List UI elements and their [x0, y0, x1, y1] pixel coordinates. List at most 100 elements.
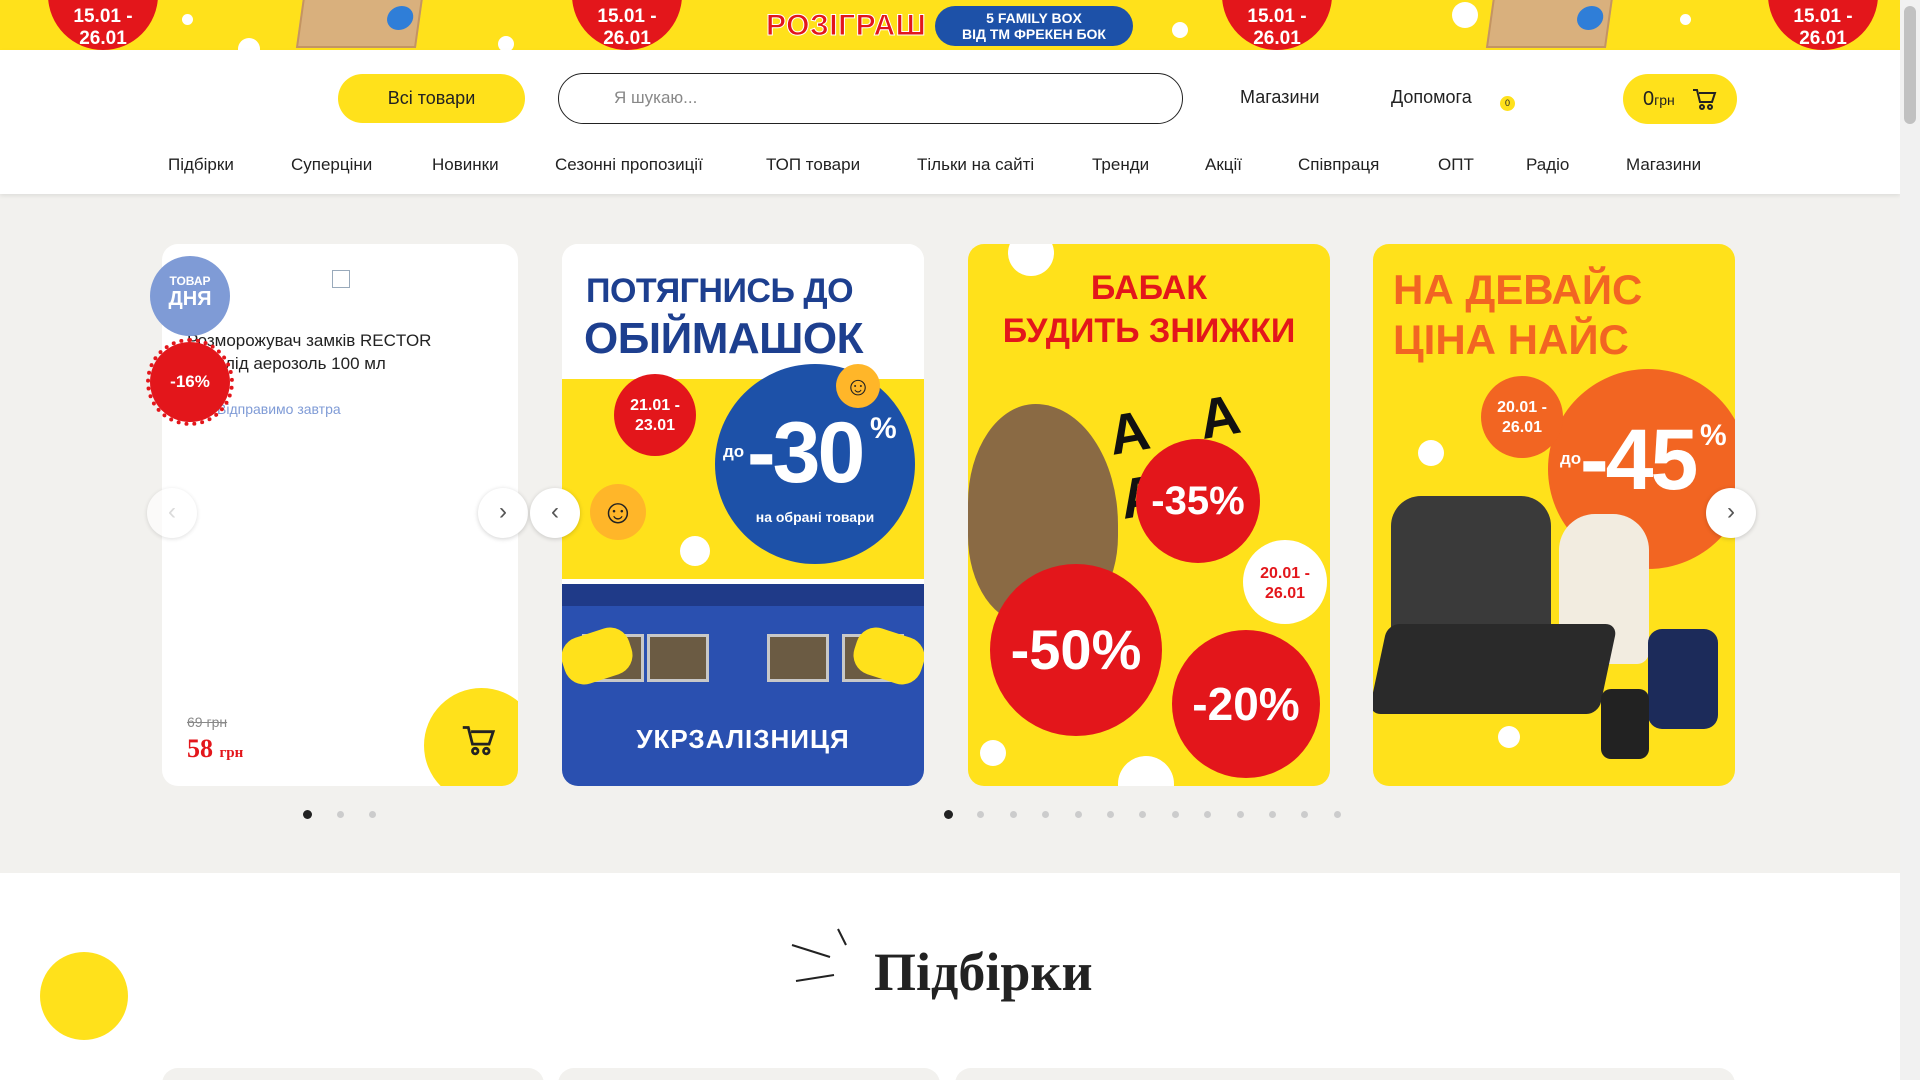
scrollbar-thumb[interactable] — [1904, 6, 1916, 124]
pagination-dot[interactable] — [1074, 811, 1082, 818]
add-to-cart-button[interactable] — [424, 688, 518, 786]
banner-date-text: 20.01 - 26.01 — [1497, 399, 1547, 436]
hug-emoji-icon: ☺ — [590, 484, 646, 540]
new-price: 58 грн — [187, 734, 243, 764]
badge-line2: ДНЯ — [168, 288, 212, 310]
pagination-dot[interactable] — [1236, 811, 1244, 818]
banner-line2: ЦІНА НАЙС — [1393, 316, 1629, 363]
nav-item-top[interactable]: ТОП товари — [766, 155, 860, 175]
product-image[interactable] — [332, 270, 350, 288]
banner-date: 21.01 - 23.01 — [614, 374, 696, 456]
cart-currency: грн — [1654, 92, 1675, 108]
hug-emoji-icon: ☺ — [836, 364, 880, 408]
search-placeholder: Я шукаю... — [614, 88, 698, 107]
selection-card[interactable] — [955, 1068, 1735, 1080]
train-window — [767, 634, 829, 682]
discount-circle-20: -20% — [1172, 630, 1320, 778]
notification-badge: 0 — [1500, 96, 1515, 111]
pagination-dot[interactable] — [1042, 811, 1050, 818]
promo-banner[interactable]: 15.01 - 26.01 15.01 - 26.01 РОЗІГРАШ 5 F… — [0, 0, 1900, 50]
pagination-dot[interactable] — [1139, 811, 1147, 818]
promo-date-badge: 15.01 - 26.01 — [1768, 0, 1878, 50]
pagination-dot[interactable] — [1171, 811, 1179, 818]
promo-date-badge: 15.01 - 26.01 — [572, 0, 682, 50]
pagination-dot[interactable] — [1009, 811, 1017, 818]
banner-line1: БАБАК — [1090, 269, 1208, 307]
page-scrollbar[interactable] — [1900, 0, 1920, 1080]
banner-date-text: 20.01 - 26.01 — [1260, 565, 1310, 602]
nav-item-site-only[interactable]: Тільки на сайті — [917, 155, 1034, 175]
decor-circle — [680, 536, 710, 566]
decor-dot — [1680, 14, 1691, 25]
deal-next-arrow[interactable]: › — [478, 488, 528, 538]
raffle-pill-line2: ВІД ТМ ФРЕКЕН БОК — [962, 26, 1106, 42]
banner-prev-arrow[interactable]: ‹ — [530, 488, 580, 538]
pagination-dot[interactable] — [369, 811, 376, 818]
nav-item-radio[interactable]: Радіо — [1526, 155, 1569, 175]
new-price-unit: грн — [219, 745, 244, 761]
smartwatch-image — [1601, 689, 1649, 759]
family-box-image — [1485, 0, 1615, 48]
decor-dot — [1452, 2, 1478, 28]
banner-next-arrow[interactable]: › — [1706, 488, 1756, 538]
nav-item-new[interactable]: Новинки — [432, 155, 499, 175]
promo-banner-hugs[interactable]: ПОТЯГНИСЬ ДО ОБІЙМАШОК 21.01 - 23.01 до … — [562, 244, 924, 786]
family-box-image — [295, 0, 425, 48]
decor-dot — [1172, 22, 1188, 38]
nav-item-wholesale[interactable]: ОПТ — [1438, 155, 1474, 175]
discount-note: на обрані товари — [755, 509, 875, 525]
raffle-title: РОЗІГРАШ — [765, 9, 927, 43]
nav-item-promotions[interactable]: Акції — [1205, 155, 1242, 175]
decor-circle — [1118, 756, 1174, 786]
banner-line2: ОБІЙМАШОК — [584, 314, 863, 363]
promo-date-badge: 15.01 - 26.01 — [1222, 0, 1332, 50]
pagination-dot[interactable] — [1269, 811, 1276, 818]
decor-circle — [980, 740, 1006, 766]
selection-card[interactable] — [558, 1068, 940, 1080]
pagination-dot[interactable] — [1107, 811, 1114, 818]
selection-card[interactable] — [162, 1068, 544, 1080]
all-products-button[interactable]: Всі товари — [338, 74, 525, 123]
cart-icon — [462, 726, 496, 756]
pagination-dot[interactable] — [944, 810, 953, 819]
promo-banner-devices[interactable]: НА ДЕВАЙС ЦІНА НАЙС до -45 % 20.01 - 26.… — [1373, 244, 1735, 786]
promo-date-text: 15.01 - 26.01 — [597, 6, 657, 49]
nav-item-cooperation[interactable]: Співпраця — [1298, 155, 1379, 175]
floating-action-button[interactable] — [40, 952, 128, 1040]
banner-line2: БУДИТЬ ЗНИЖКИ — [1002, 312, 1296, 350]
banner-line1: ПОТЯГНИСЬ ДО — [586, 272, 854, 310]
pagination-dot[interactable] — [1301, 811, 1309, 818]
product-of-day-badge: ТОВАР ДНЯ — [150, 256, 230, 336]
promo-banner-groundhog[interactable]: БАБАК БУДИТЬ ЗНИЖКИ A A A -35% -50% -20%… — [968, 244, 1330, 786]
discount-circle: до -30 % на обрані товари — [715, 364, 915, 564]
nav-item-trends[interactable]: Тренди — [1092, 155, 1149, 175]
nav-item-superprices[interactable]: Суперціни — [291, 155, 372, 175]
help-link[interactable]: Допомога — [1391, 87, 1472, 108]
pagination-dot[interactable] — [336, 811, 344, 818]
section-title: Підбірки — [874, 942, 1093, 1002]
raffle-pill: 5 FAMILY BOX ВІД ТМ ФРЕКЕН БОК — [935, 6, 1133, 46]
train-name: УКРЗАЛІЗНИЦЯ — [636, 724, 850, 754]
promo-date-text: 15.01 - 26.01 — [1793, 6, 1853, 49]
decor-dot — [498, 36, 514, 50]
stores-link[interactable]: Магазини — [1240, 87, 1320, 108]
raffle-pill-line1: 5 FAMILY BOX — [986, 10, 1082, 26]
nav-item-stores[interactable]: Магазини — [1626, 155, 1701, 175]
pagination-dot[interactable] — [1333, 811, 1341, 818]
pagination-dot[interactable] — [977, 811, 985, 818]
train-roof — [562, 584, 924, 606]
cart-button[interactable]: 0грн — [1623, 74, 1737, 124]
search-input[interactable]: Я шукаю... — [558, 73, 1183, 124]
discount-circle-50: -50% — [990, 564, 1162, 736]
banner-line1: НА ДЕВАЙС — [1393, 266, 1643, 313]
pagination-dot[interactable] — [303, 810, 312, 819]
promo-date-text: 15.01 - 26.01 — [73, 6, 133, 49]
nav-item-selections[interactable]: Підбірки — [168, 155, 234, 175]
train-window — [647, 634, 709, 682]
discount-value: -45 — [1580, 412, 1698, 508]
shipping-info: Відправимо завтра — [217, 401, 341, 417]
deal-prev-arrow[interactable]: ‹ — [147, 488, 197, 538]
selections-section: Підбірки — [0, 873, 1900, 1080]
nav-item-seasonal[interactable]: Сезонні пропозиції — [555, 155, 703, 175]
pagination-dot[interactable] — [1204, 811, 1212, 818]
